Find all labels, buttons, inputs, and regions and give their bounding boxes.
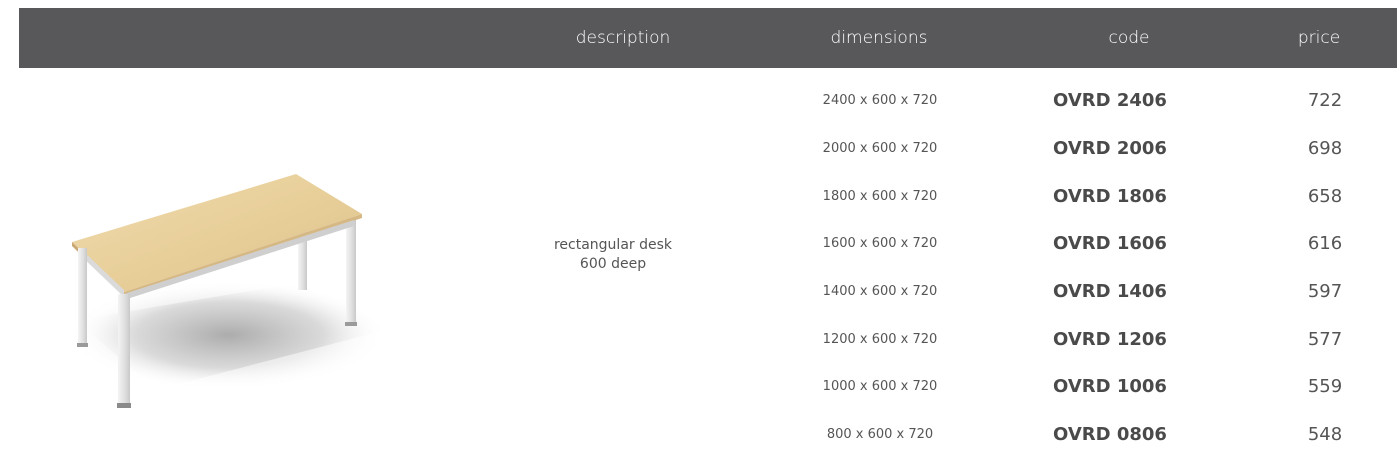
row-dimensions: 1200 x 600 x 720: [822, 332, 938, 347]
table-row: 1000 x 600 x 720 OVRD 1006 559: [0, 372, 1397, 402]
row-code: OVRD 1606: [1053, 233, 1167, 254]
table-row: 2400 x 600 x 720 OVRD 2406 722: [0, 86, 1397, 116]
header-description: description: [575, 28, 671, 48]
row-dimensions: 2400 x 600 x 720: [822, 93, 938, 108]
row-price: 548: [1307, 424, 1343, 445]
row-price: 616: [1307, 233, 1343, 254]
row-dimensions: 1000 x 600 x 720: [822, 379, 938, 394]
row-code: OVRD 1006: [1053, 376, 1167, 397]
row-code: OVRD 1206: [1053, 329, 1167, 350]
table-header: description dimensions code price: [19, 8, 1397, 68]
header-code: code: [1108, 28, 1150, 48]
row-price: 722: [1307, 90, 1343, 111]
row-dimensions: 2000 x 600 x 720: [822, 141, 938, 156]
header-price: price: [1297, 28, 1341, 48]
header-dimensions: dimensions: [830, 28, 928, 48]
row-code: OVRD 2006: [1053, 138, 1167, 159]
row-dimensions: 800 x 600 x 720: [826, 427, 934, 442]
row-price: 559: [1307, 376, 1343, 397]
table-row: 1800 x 600 x 720 OVRD 1806 658: [0, 182, 1397, 212]
table-row: 1400 x 600 x 720 OVRD 1406 597: [0, 277, 1397, 307]
row-dimensions: 1400 x 600 x 720: [822, 284, 938, 299]
row-price: 698: [1307, 138, 1343, 159]
row-dimensions: 1600 x 600 x 720: [822, 236, 938, 251]
table-row: 2000 x 600 x 720 OVRD 2006 698: [0, 134, 1397, 164]
table-row: 1600 x 600 x 720 OVRD 1606 616: [0, 229, 1397, 259]
row-price: 658: [1307, 186, 1343, 207]
row-price: 577: [1307, 329, 1343, 350]
row-code: OVRD 1406: [1053, 281, 1167, 302]
row-code: OVRD 0806: [1053, 424, 1167, 445]
row-dimensions: 1800 x 600 x 720: [822, 189, 938, 204]
row-price: 597: [1307, 281, 1343, 302]
row-code: OVRD 1806: [1053, 186, 1167, 207]
row-code: OVRD 2406: [1053, 90, 1167, 111]
table-row: 1200 x 600 x 720 OVRD 1206 577: [0, 325, 1397, 355]
table-row: 800 x 600 x 720 OVRD 0806 548: [0, 420, 1397, 450]
